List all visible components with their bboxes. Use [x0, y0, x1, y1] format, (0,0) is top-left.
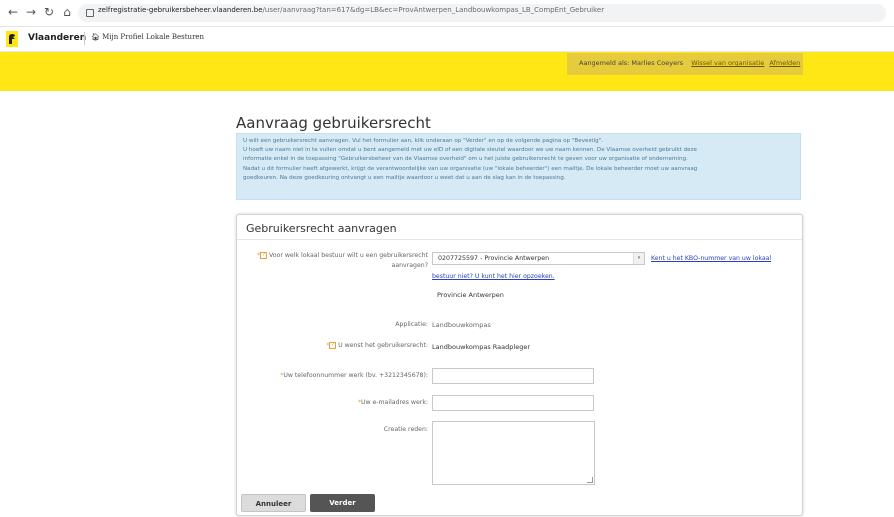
bestuur-label: *? Voor welk lokaal bestuur wilt u een ge…: [257, 252, 428, 259]
info-line: Nadat u dit formulier heeft afgewerkt, k…: [243, 165, 698, 172]
bestuur-label-line2: aanvragen?: [391, 262, 428, 269]
reason-textarea[interactable]: [432, 421, 595, 485]
logged-in-label: Aangemeld als: Marlies Coeyers: [579, 59, 684, 67]
next-button[interactable]: Verder: [310, 494, 375, 512]
logout-link[interactable]: Afmelden: [769, 59, 800, 67]
reload-icon[interactable]: ↻: [42, 5, 56, 19]
phone-label: *Uw telefoonnummer werk (bv. +3212345678…: [280, 372, 428, 379]
kbo-lookup-link[interactable]: Kent u het KBO-nummer van uw lokaal: [651, 255, 771, 262]
house-icon: 🏠︎: [91, 33, 100, 41]
bestuur-name: Provincie Antwerpen: [437, 291, 504, 299]
address-bar[interactable]: zelfregistratie-gebruikersbeheer.vlaande…: [78, 4, 886, 22]
applicatie-label: Applicatie:: [395, 321, 428, 328]
email-label: *Uw e-mailadres werk:: [358, 399, 428, 406]
form-title: Gebruikersrecht aanvragen: [246, 222, 397, 235]
reason-label: Creatie reden:: [383, 426, 428, 433]
phone-label-text: Uw telefoonnummer werk (bv. +3212345678)…: [283, 372, 428, 379]
bestuur-label-line1: Voor welk lokaal bestuur wilt u een gebr…: [269, 252, 428, 259]
info-line: goedkeuren. Na deze goedkeuring ontvangt…: [243, 174, 566, 181]
kbo-lookup-link-continued[interactable]: bestuur niet? U kunt het hier opzoeken.: [432, 273, 555, 280]
email-label-text: Uw e-mailadres werk:: [360, 399, 428, 406]
bestuur-selected-value: 0207725597 - Provincie Antwerpen: [438, 255, 550, 262]
applicatie-value: Landbouwkompas: [432, 321, 491, 329]
info-line: U wilt een gebruikersrecht aanvragen. Vu…: [243, 138, 604, 144]
page-title: Aanvraag gebruikersrecht: [236, 114, 431, 132]
info-line: U hoeft uw naam niet in te vullen omdat …: [243, 147, 697, 154]
switch-organisation-link[interactable]: Wissel van organisatie: [691, 59, 764, 67]
user-info-text: Aangemeld als: Marlies Coeyers Wissel va…: [579, 59, 800, 67]
info-message: U wilt een gebruikersrecht aanvragen. Vu…: [236, 133, 801, 200]
lock-icon: [86, 9, 94, 17]
email-input[interactable]: [432, 395, 594, 411]
brand-name[interactable]: Vlaanderen: [28, 33, 86, 43]
url-path: /user/aanvraag?tan=617&dg=LB&ec=ProvAntw…: [262, 6, 605, 14]
home-link-label: Mijn Profiel Lokale Besturen: [102, 33, 205, 41]
phone-input[interactable]: [432, 368, 594, 384]
recht-value: Landbouwkompas Raadpleger: [432, 343, 530, 351]
recht-label: *? U wenst het gebruikersrecht:: [326, 342, 428, 349]
chevron-down-icon[interactable]: ▾: [633, 253, 644, 264]
url-text: zelfregistratie-gebruikersbeheer.vlaande…: [98, 6, 604, 14]
site-header: Vlaanderen 🏠︎ Mijn Profiel Lokale Bestur…: [0, 27, 894, 52]
flemish-lion-logo-icon: [6, 31, 18, 47]
bestuur-select[interactable]: 0207725597 - Provincie Antwerpen ▾: [432, 252, 645, 265]
info-line: informatie enkel in de toepassing "Gebru…: [243, 156, 688, 163]
url-domain: zelfregistratie-gebruikersbeheer.vlaande…: [98, 6, 263, 14]
user-info-bar: Aangemeld als: Marlies Coeyers Wissel va…: [567, 53, 803, 75]
recht-label-text: U wenst het gebruikersrecht:: [338, 342, 428, 349]
header-divider: [84, 32, 85, 45]
home-link[interactable]: 🏠︎ Mijn Profiel Lokale Besturen: [91, 33, 204, 41]
help-icon[interactable]: ?: [329, 342, 337, 349]
form-title-divider: [237, 239, 802, 240]
browser-toolbar: ← → ↻ ⌂ zelfregistratie-gebruikersbeheer…: [0, 0, 894, 27]
back-icon[interactable]: ←: [6, 5, 20, 19]
help-icon[interactable]: ?: [260, 252, 267, 259]
forward-icon[interactable]: →: [24, 5, 38, 19]
resize-grip-icon[interactable]: [587, 477, 593, 483]
cancel-button[interactable]: Annuleer: [241, 494, 306, 512]
home-icon[interactable]: ⌂: [60, 5, 74, 19]
